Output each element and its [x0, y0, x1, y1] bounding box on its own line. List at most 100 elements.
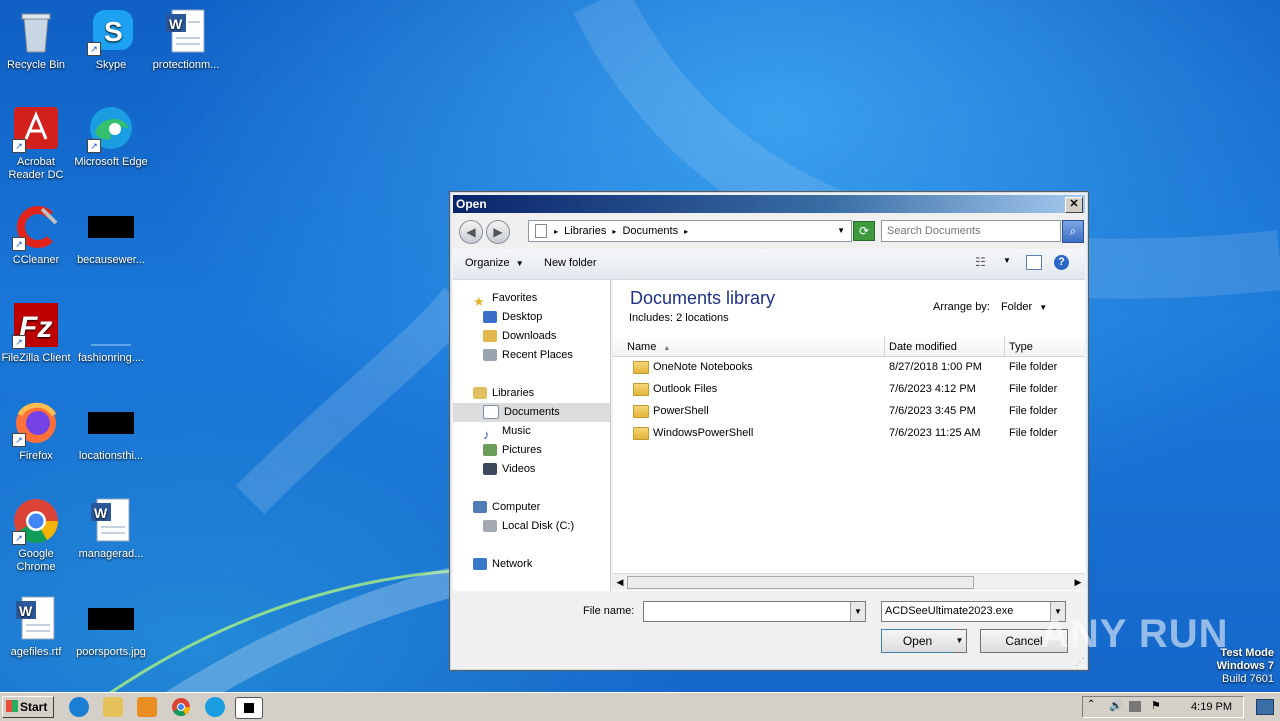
- breadcrumb-libraries[interactable]: Libraries: [564, 225, 606, 237]
- explorer-icon[interactable]: [103, 697, 123, 717]
- nav-documents[interactable]: Documents: [453, 403, 610, 422]
- preview-pane-icon[interactable]: [1026, 255, 1042, 270]
- flag-icon[interactable]: ⚑: [1151, 699, 1161, 712]
- desktop-icon-ccleaner[interactable]: ↗ CCleaner: [0, 203, 74, 267]
- nav-favorites[interactable]: ★ Favorites: [473, 289, 537, 309]
- media-player-icon[interactable]: [137, 697, 157, 717]
- open-button[interactable]: Open: [881, 629, 954, 653]
- chrome-icon[interactable]: [171, 697, 191, 717]
- nav-music[interactable]: ♪ Music: [483, 422, 531, 442]
- edge-icon[interactable]: [205, 697, 225, 717]
- file-name: Outlook Files: [653, 383, 718, 395]
- desktop-icon-chrome[interactable]: ↗ Google Chrome: [0, 497, 74, 574]
- word-doc-icon: W: [12, 595, 60, 643]
- breadcrumb-separator-icon: ▸: [684, 227, 689, 236]
- desktop-icon-agefiles[interactable]: W agefiles.rtf: [0, 595, 74, 659]
- close-button[interactable]: ✕: [1065, 197, 1083, 213]
- nav-desktop[interactable]: Desktop: [483, 308, 542, 327]
- desktop-icon-skype[interactable]: S ↗ Skype: [73, 8, 149, 72]
- refresh-button[interactable]: ⟳: [853, 221, 875, 241]
- library-includes[interactable]: Includes: 2 locations: [629, 312, 729, 324]
- open-split-dropdown-icon[interactable]: ▼: [953, 629, 967, 653]
- scrollbar-thumb[interactable]: [627, 576, 974, 589]
- recycle-bin-icon: [12, 8, 60, 56]
- desktop-icon-protection-doc[interactable]: W protectionm...: [148, 8, 224, 72]
- desktop-icon-filezilla[interactable]: Fz ↗ FileZilla Client: [0, 301, 74, 365]
- forward-button[interactable]: ▶: [486, 220, 510, 244]
- horizontal-scrollbar[interactable]: ◀ ▶: [613, 573, 1085, 590]
- arrange-by: Arrange by: Folder ▼: [933, 301, 1047, 313]
- os-label: Windows 7: [1216, 660, 1274, 672]
- nav-recent-places[interactable]: Recent Places: [483, 346, 573, 365]
- file-name-label: File name:: [583, 605, 635, 617]
- chevron-down-icon[interactable]: ▼: [850, 602, 865, 621]
- svg-text:W: W: [19, 603, 33, 619]
- desktop-icon-label: protectionm...: [152, 59, 220, 71]
- column-header-name[interactable]: Name ▲: [613, 336, 885, 356]
- acdsee-installer-icon[interactable]: [235, 697, 263, 719]
- search-button[interactable]: ⌕: [1062, 220, 1084, 243]
- arrange-by-dropdown[interactable]: Folder ▼: [1001, 301, 1047, 313]
- desktop-icon-locationsthi[interactable]: locationsthi...: [73, 399, 149, 463]
- back-button[interactable]: ◀: [459, 220, 483, 244]
- documents-icon: [483, 405, 499, 420]
- nav-downloads[interactable]: Downloads: [483, 327, 556, 346]
- ie-icon[interactable]: [69, 697, 89, 717]
- new-folder-button[interactable]: New folder: [544, 257, 597, 269]
- volume-icon[interactable]: 🔊: [1109, 699, 1123, 712]
- view-dropdown-icon[interactable]: ▼: [1003, 256, 1011, 265]
- resize-grip-icon[interactable]: ⋰: [1075, 657, 1085, 668]
- nav-computer[interactable]: Computer: [473, 498, 540, 517]
- file-row[interactable]: WindowsPowerShell 7/6/2023 11:25 AM File…: [613, 422, 1085, 444]
- nav-libraries[interactable]: Libraries: [473, 384, 534, 403]
- address-dropdown-icon[interactable]: ▼: [837, 221, 845, 241]
- desktop-icon-firefox[interactable]: ↗ Firefox: [0, 399, 74, 463]
- nav-label: Local Disk (C:): [502, 520, 575, 532]
- breadcrumb-documents[interactable]: Documents: [622, 225, 678, 237]
- file-row[interactable]: PowerShell 7/6/2023 3:45 PM File folder: [613, 400, 1085, 422]
- nav-videos[interactable]: Videos: [483, 460, 535, 479]
- desktop-icon-becausewer[interactable]: becausewer...: [73, 203, 149, 267]
- back-arrow-icon: ◀: [466, 225, 476, 239]
- shortcut-arrow-icon: ↗: [12, 237, 26, 251]
- desktop-icon-recycle-bin[interactable]: Recycle Bin: [0, 8, 74, 72]
- address-bar[interactable]: ▸ Libraries ▸ Documents ▸ ▼: [528, 220, 852, 242]
- forward-arrow-icon: ▶: [493, 225, 503, 239]
- desktop-icon-acrobat[interactable]: ↗ Acrobat Reader DC: [0, 105, 74, 182]
- desktop-icon-fashionring[interactable]: fashionring....: [73, 301, 149, 365]
- breadcrumb-separator-icon: ▸: [612, 227, 617, 236]
- desktop-icon-managerad[interactable]: W managerad...: [73, 497, 149, 561]
- column-header-date[interactable]: Date modified: [885, 336, 1005, 356]
- network-tray-icon[interactable]: [1129, 701, 1141, 712]
- desktop-icon-edge[interactable]: ↗ Microsoft Edge: [73, 105, 149, 169]
- file-name-combo[interactable]: ▼: [643, 601, 866, 622]
- nav-label: Network: [492, 558, 533, 570]
- show-hidden-icons[interactable]: ⌃: [1087, 699, 1095, 710]
- file-row[interactable]: OneNote Notebooks 8/27/2018 1:00 PM File…: [613, 356, 1085, 378]
- breadcrumb-separator-icon: ▸: [554, 227, 559, 236]
- view-options-icon[interactable]: ☷: [975, 255, 986, 269]
- search-box[interactable]: [881, 220, 1062, 242]
- blank-file-icon: [87, 301, 135, 349]
- scroll-left-icon[interactable]: ◀: [614, 576, 626, 588]
- file-row[interactable]: Outlook Files 7/6/2023 4:12 PM File fold…: [613, 378, 1085, 400]
- anyrun-watermark: ANY RUN: [1040, 612, 1229, 656]
- dialog-titlebar[interactable]: Open ✕: [453, 195, 1085, 213]
- search-input[interactable]: [882, 221, 1062, 241]
- column-header-type[interactable]: Type: [1005, 336, 1085, 356]
- clock[interactable]: 4:19 PM: [1191, 701, 1232, 713]
- desktop-icon-poorsports[interactable]: poorsports.jpg: [73, 595, 149, 659]
- nav-local-disk[interactable]: Local Disk (C:): [483, 517, 574, 536]
- file-type-filter[interactable]: ACDSeeUltimate2023.exe ▼: [881, 601, 1066, 622]
- start-button[interactable]: Start: [2, 696, 54, 718]
- file-type: File folder: [1009, 361, 1058, 373]
- scroll-right-icon[interactable]: ▶: [1072, 576, 1084, 588]
- nav-pictures[interactable]: Pictures: [483, 441, 542, 460]
- show-desktop-button[interactable]: [1256, 699, 1274, 715]
- open-file-dialog: Open ✕ ◀ ▶ ▸ Libraries ▸ Documents ▸ ▼ ⟳…: [449, 191, 1089, 671]
- nav-label: Videos: [502, 463, 536, 475]
- organize-button[interactable]: Organize ▼: [465, 257, 524, 269]
- start-label: Start: [20, 700, 48, 714]
- help-icon[interactable]: ?: [1054, 255, 1069, 270]
- nav-network[interactable]: Network: [473, 555, 532, 574]
